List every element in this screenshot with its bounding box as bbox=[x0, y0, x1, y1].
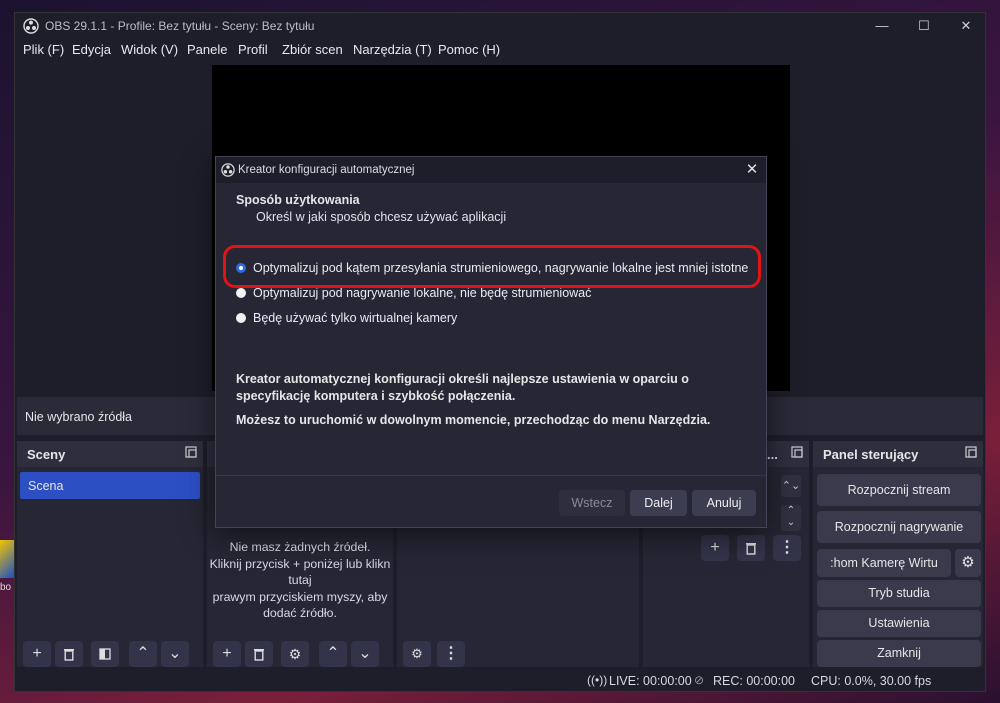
option-recording-label: Optymalizuj pod nagrywanie lokalne, nie … bbox=[253, 286, 592, 300]
menu-docks[interactable]: Panele bbox=[187, 42, 227, 57]
auto-config-wizard-dialog: Kreator konfiguracji automatycznej ✕ Spo… bbox=[215, 156, 767, 528]
menu-view[interactable]: Widok (V) bbox=[121, 42, 178, 57]
transition-select[interactable]: ⌃⌄ bbox=[781, 475, 801, 497]
highlight-annotation bbox=[223, 245, 761, 288]
add-scene-button[interactable]: + bbox=[23, 641, 51, 667]
mixer-settings-button[interactable]: ⚙ bbox=[403, 641, 431, 667]
option-recording[interactable]: Optymalizuj pod nagrywanie lokalne, nie … bbox=[236, 286, 756, 302]
option-virtual-camera-radio[interactable] bbox=[236, 313, 246, 323]
dialog-subheading: Określ w jaki sposób chcesz używać aplik… bbox=[256, 210, 507, 224]
no-source-label: Nie wybrano źródła bbox=[25, 410, 132, 424]
window-title: OBS 29.1.1 - Profile: Bez tytułu - Sceny… bbox=[45, 19, 315, 33]
menu-scene-collection[interactable]: Zbiór scen bbox=[282, 42, 343, 57]
rec-timer: REC: 00:00:00 bbox=[713, 674, 795, 688]
start-recording-button[interactable]: Rozpocznij nagrywanie bbox=[817, 511, 981, 543]
move-source-down-button[interactable]: ⌄ bbox=[351, 641, 379, 667]
start-virtual-camera-button[interactable]: :hom Kamerę Wirtu bbox=[817, 549, 951, 577]
move-source-up-button[interactable]: ⌃ bbox=[319, 641, 347, 667]
transitions-title-ellipsis: ... bbox=[767, 447, 778, 462]
menu-bar: Plik (F) Edycja Widok (V) Panele Profil … bbox=[15, 39, 985, 61]
remove-scene-button[interactable] bbox=[55, 641, 83, 667]
scene-name: Scena bbox=[28, 479, 64, 493]
live-broadcast-icon: ((•)) bbox=[587, 673, 608, 687]
trash-icon bbox=[746, 543, 756, 555]
virtual-camera-settings-button[interactable]: ⚙ bbox=[955, 549, 981, 577]
trash-icon bbox=[64, 649, 74, 661]
add-transition-button[interactable]: + bbox=[701, 535, 729, 561]
settings-button[interactable]: Ustawienia bbox=[817, 610, 981, 637]
close-button[interactable]: ✕ bbox=[943, 13, 985, 39]
transition-menu-button[interactable]: ⋮ bbox=[773, 535, 801, 561]
maximize-button[interactable]: ☐ bbox=[901, 13, 947, 39]
cpu-fps: CPU: 0.0%, 30.00 fps bbox=[811, 674, 932, 688]
undock-icon[interactable] bbox=[791, 446, 803, 458]
obs-logo-icon bbox=[221, 163, 235, 177]
option-recording-radio[interactable] bbox=[236, 288, 246, 298]
menu-profile[interactable]: Profil bbox=[238, 42, 268, 57]
dialog-title-bar: Kreator konfiguracji automatycznej ✕ bbox=[216, 157, 766, 183]
back-button[interactable]: Wstecz bbox=[559, 490, 625, 516]
filter-icon bbox=[99, 648, 111, 660]
source-properties-button[interactable]: ⚙ bbox=[281, 641, 309, 667]
live-timer: LIVE: 00:00:00 bbox=[609, 674, 692, 688]
studio-mode-button[interactable]: Tryb studia bbox=[817, 580, 981, 607]
option-virtual-camera-label: Będę używać tylko wirtualnej kamery bbox=[253, 311, 458, 325]
next-button[interactable]: Dalej bbox=[630, 490, 687, 516]
dialog-close-button[interactable]: ✕ bbox=[742, 160, 762, 180]
controls-dock: Panel sterujący Rozpocznij stream Rozpoc… bbox=[813, 441, 983, 667]
menu-edit[interactable]: Edycja bbox=[72, 42, 111, 57]
dialog-heading: Sposób użytkowania bbox=[236, 193, 360, 207]
rec-disabled-icon: ⊘ bbox=[694, 673, 705, 687]
dialog-title: Kreator konfiguracji automatycznej bbox=[238, 164, 415, 176]
duration-spinbox[interactable]: ⌃ ⌄ bbox=[781, 505, 801, 531]
undock-icon[interactable] bbox=[965, 446, 977, 458]
controls-title: Panel sterujący bbox=[823, 447, 919, 462]
menu-help[interactable]: Pomoc (H) bbox=[438, 42, 500, 57]
obs-logo-icon bbox=[23, 18, 39, 34]
status-bar: ((•)) LIVE: 00:00:00 ⊘ REC: 00:00:00 CPU… bbox=[15, 669, 985, 691]
desktop-icon-label: bo bbox=[0, 582, 12, 593]
sources-empty-text: Nie masz żadnych źródeł. Kliknij przycis… bbox=[209, 540, 391, 620]
desktop-app-icon[interactable] bbox=[0, 540, 14, 578]
controls-dock-header: Panel sterujący bbox=[813, 441, 983, 467]
scenes-dock-header: Sceny bbox=[17, 441, 203, 467]
add-source-button[interactable]: + bbox=[213, 641, 241, 667]
move-scene-down-button[interactable]: ⌄ bbox=[161, 641, 189, 667]
move-scene-up-button[interactable]: ⌃ bbox=[129, 641, 157, 667]
remove-source-button[interactable] bbox=[245, 641, 273, 667]
title-bar: OBS 29.1.1 - Profile: Bez tytułu - Sceny… bbox=[15, 13, 985, 39]
info-text-1: Kreator automatycznej konfiguracji okreś… bbox=[236, 372, 689, 403]
menu-tools[interactable]: Narzędzia (T) bbox=[353, 42, 432, 57]
scene-list-item[interactable]: Scena bbox=[20, 472, 200, 499]
mixer-menu-button[interactable]: ⋮ bbox=[437, 641, 465, 667]
option-virtual-camera[interactable]: Będę używać tylko wirtualnej kamery bbox=[236, 311, 756, 327]
menu-file[interactable]: Plik (F) bbox=[23, 42, 64, 57]
scenes-title: Sceny bbox=[27, 447, 66, 462]
scene-filters-button[interactable] bbox=[91, 641, 119, 667]
undock-icon[interactable] bbox=[185, 446, 197, 458]
minimize-button[interactable]: — bbox=[859, 13, 905, 39]
scenes-dock: Sceny Scena + ⌃ ⌄ bbox=[17, 441, 203, 667]
info-text-2: Możesz to uruchomić w dowolnym momencie,… bbox=[236, 413, 711, 427]
exit-button[interactable]: Zamknij bbox=[817, 640, 981, 667]
dialog-divider bbox=[216, 475, 766, 476]
trash-icon bbox=[254, 649, 264, 661]
cancel-button[interactable]: Anuluj bbox=[692, 490, 756, 516]
start-streaming-button[interactable]: Rozpocznij stream bbox=[817, 474, 981, 506]
remove-transition-button[interactable] bbox=[737, 535, 765, 561]
